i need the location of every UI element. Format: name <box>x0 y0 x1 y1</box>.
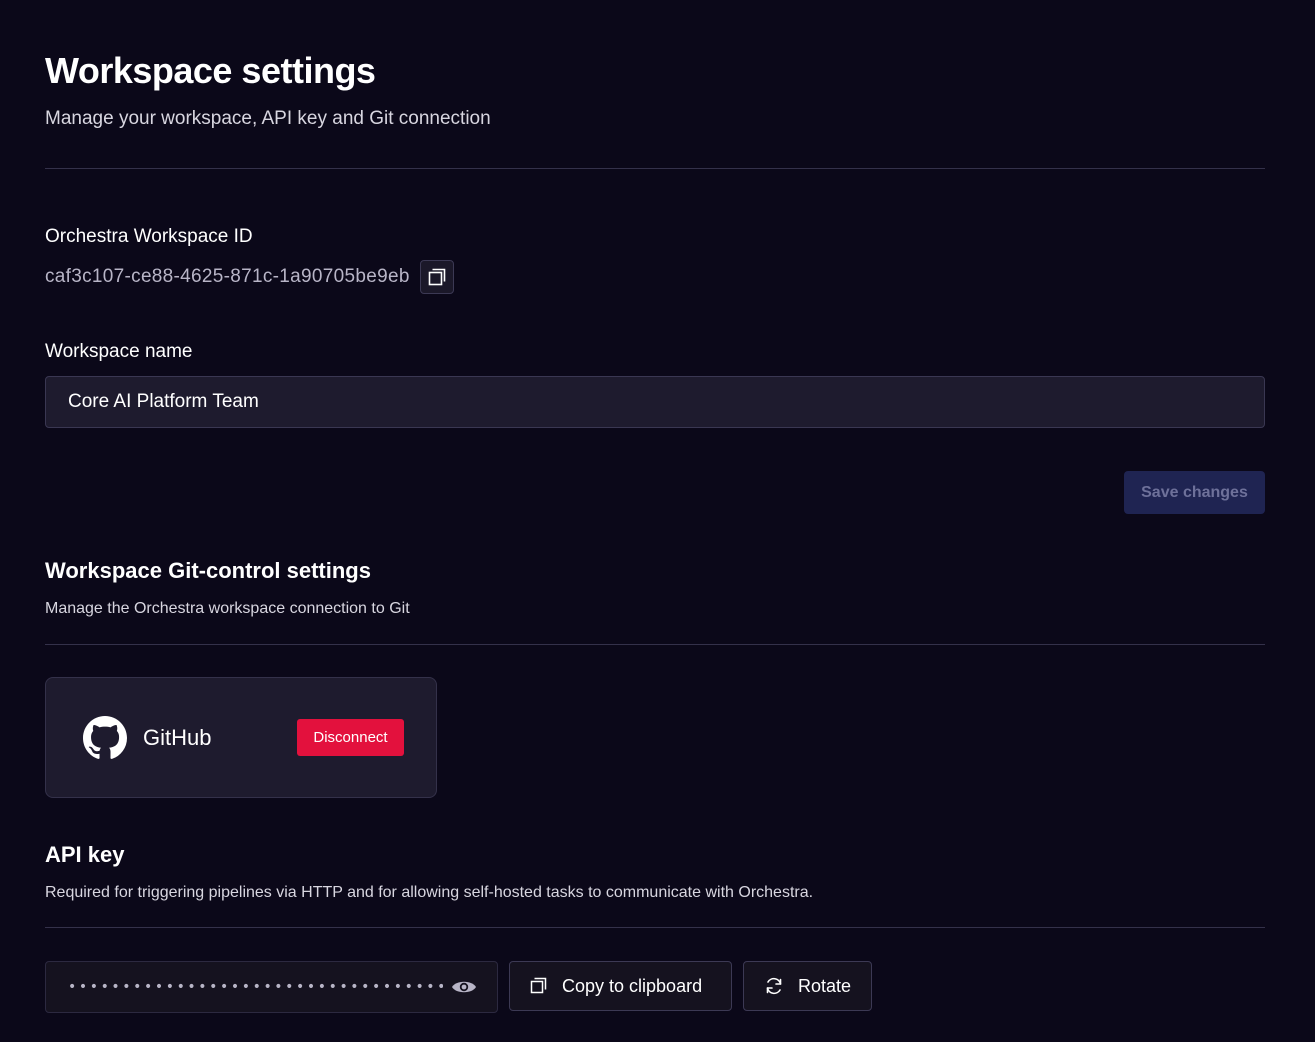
workspace-id-row: caf3c107-ce88-4625-871c-1a90705be9eb <box>45 260 454 294</box>
rotate-icon <box>764 976 784 996</box>
git-section-description: Manage the Orchestra workspace connectio… <box>45 600 410 617</box>
save-changes-button[interactable]: Save changes <box>1124 471 1265 514</box>
rotate-button[interactable]: Rotate <box>743 961 872 1011</box>
eye-icon[interactable] <box>451 977 477 997</box>
github-icon <box>83 716 127 760</box>
disconnect-button[interactable]: Disconnect <box>297 719 404 756</box>
git-section-title: Workspace Git-control settings <box>45 558 371 583</box>
copy-workspace-id-button[interactable] <box>419 260 454 294</box>
page-title: Workspace settings <box>45 50 376 91</box>
api-section-title: API key <box>45 842 125 867</box>
copy-icon <box>530 977 548 995</box>
api-key-row: ••••••••••••••••••••••••••••••••••••••••… <box>45 961 872 1013</box>
header-divider <box>45 168 1265 169</box>
copy-to-clipboard-label: Copy to clipboard <box>562 975 703 996</box>
api-key-field[interactable]: •••••••••••••••••••••••••••••••••••••••• <box>45 961 498 1013</box>
workspace-id-value: caf3c107-ce88-4625-871c-1a90705be9eb <box>45 266 410 287</box>
git-provider-name: GitHub <box>143 725 212 750</box>
rotate-label: Rotate <box>798 975 852 996</box>
page-subtitle: Manage your workspace, API key and Git c… <box>45 108 491 129</box>
api-key-masked-value: •••••••••••••••••••••••••••••••••••••••• <box>68 979 443 995</box>
workspace-name-input[interactable]: Core AI Platform Team <box>45 376 1265 428</box>
workspace-name-value: Core AI Platform Team <box>68 391 259 412</box>
api-divider <box>45 927 1265 928</box>
workspace-id-label: Orchestra Workspace ID <box>45 226 253 247</box>
workspace-name-label: Workspace name <box>45 341 193 362</box>
copy-to-clipboard-button[interactable]: Copy to clipboard <box>509 961 732 1011</box>
api-section-description: Required for triggering pipelines via HT… <box>45 884 814 901</box>
git-divider <box>45 644 1265 645</box>
copy-icon <box>427 267 447 287</box>
workspace-settings-page: Workspace settings Manage your workspace… <box>0 0 1315 1042</box>
github-connection-card: GitHub Disconnect <box>45 677 437 798</box>
